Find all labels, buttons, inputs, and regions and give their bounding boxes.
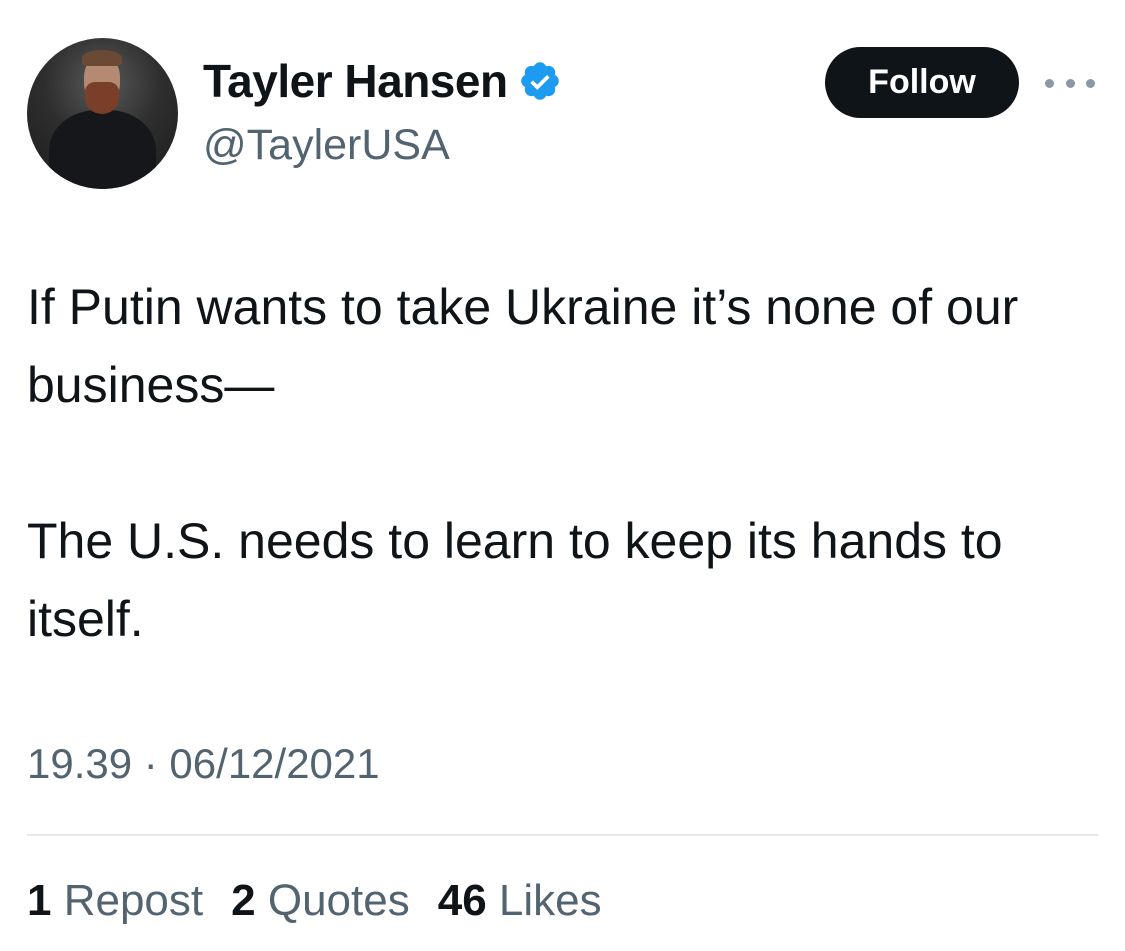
likes-count: 46 xyxy=(437,876,487,925)
tweet-paragraph: If Putin wants to take Ukraine it’s none… xyxy=(27,279,1019,413)
more-dot xyxy=(1065,78,1075,88)
tweet-timestamp[interactable]: 19.39 · 06/12/2021 xyxy=(27,740,380,788)
tweet-text: If Putin wants to take Ukraine it’s none… xyxy=(27,268,1107,658)
author-name-row[interactable]: Tayler Hansen xyxy=(203,54,562,108)
quotes-label: Quotes xyxy=(267,876,410,925)
follow-button[interactable]: Follow xyxy=(825,47,1019,118)
likes-stat[interactable]: 46 Likes xyxy=(438,876,602,926)
more-options-icon[interactable] xyxy=(1045,68,1095,98)
reposts-count: 1 xyxy=(27,876,52,925)
avatar[interactable] xyxy=(27,38,178,189)
more-dot xyxy=(1045,78,1054,88)
avatar-body-shape xyxy=(49,110,156,189)
quotes-count: 2 xyxy=(231,876,256,925)
author-display-name[interactable]: Tayler Hansen xyxy=(203,54,508,108)
likes-label: Likes xyxy=(498,876,602,925)
reposts-stat[interactable]: 1 Repost xyxy=(27,876,203,926)
more-dot xyxy=(1086,78,1095,88)
tweet-paragraph: The U.S. needs to learn to keep its hand… xyxy=(27,513,1003,647)
avatar-beard-shape xyxy=(85,82,119,114)
verified-badge-icon xyxy=(520,62,559,100)
avatar-hair-shape xyxy=(82,50,122,66)
author-handle[interactable]: @TaylerUSA xyxy=(203,121,450,170)
reposts-label: Repost xyxy=(63,876,204,925)
engagement-stats: 1 Repost 2 Quotes 46 Likes xyxy=(27,876,602,926)
quotes-stat[interactable]: 2 Quotes xyxy=(231,876,410,926)
divider xyxy=(27,834,1098,836)
